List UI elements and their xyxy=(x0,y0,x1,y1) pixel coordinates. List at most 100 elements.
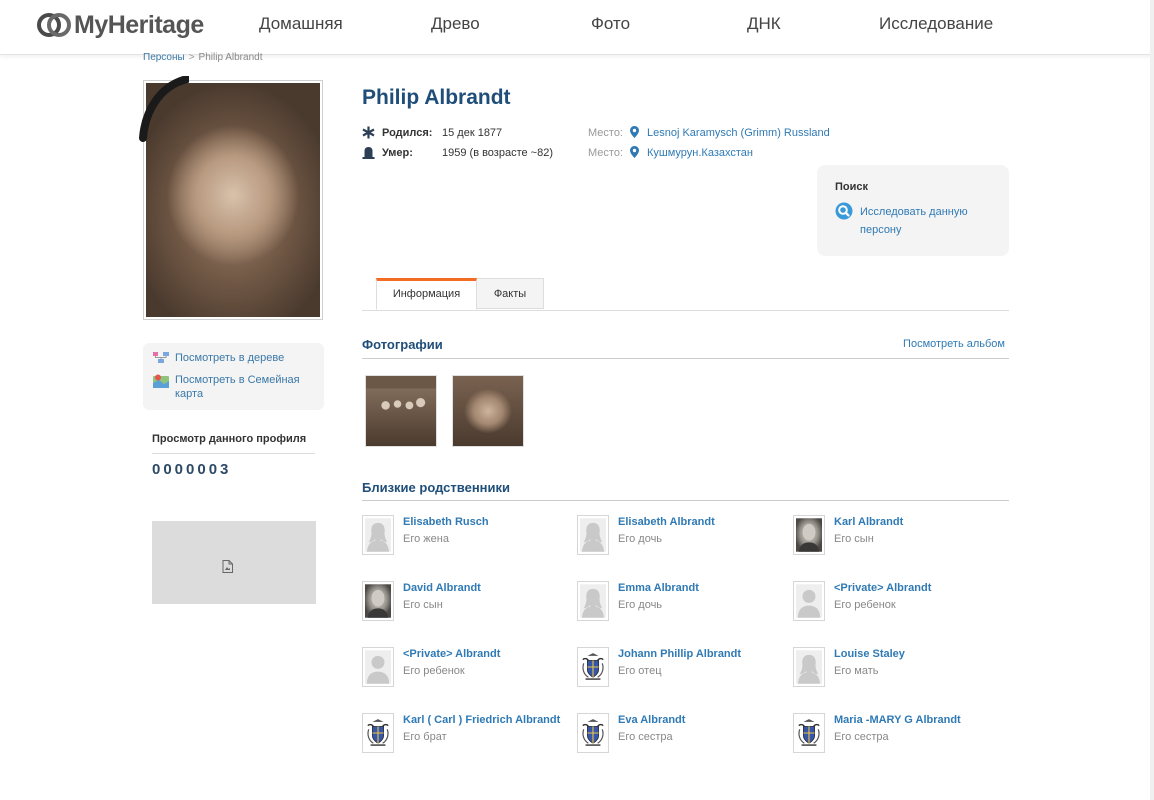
file-icon xyxy=(222,560,233,573)
relative-avatar[interactable] xyxy=(362,647,394,687)
coat-of-arms-icon xyxy=(580,650,606,684)
relative-avatar[interactable] xyxy=(577,713,609,753)
view-in-tree-link[interactable]: Посмотреть в дереве xyxy=(153,351,284,365)
photos-section-title: Фотографии xyxy=(362,337,443,352)
relative-avatar[interactable] xyxy=(577,581,609,621)
relative-name-link[interactable]: David Albrandt xyxy=(403,582,481,594)
photos-section-divider xyxy=(362,358,1009,359)
death-label: Умер: xyxy=(382,147,413,159)
relative-avatar[interactable] xyxy=(362,713,394,753)
relative-role: Его сын xyxy=(403,599,443,611)
birth-place-link[interactable]: Lesnoj Karamysch (Grimm) Russland xyxy=(647,126,830,140)
family-map-icon xyxy=(153,374,169,388)
relative-role: Его брат xyxy=(403,731,447,743)
myheritage-logo[interactable]: MyHeritage xyxy=(37,10,204,40)
death-place-label: Место: xyxy=(588,147,623,159)
relative-name-link[interactable]: Louise Staley xyxy=(834,648,905,660)
relative-avatar[interactable] xyxy=(793,581,825,621)
relative-item: Elisabeth Albrandt Его дочь xyxy=(577,515,787,557)
breadcrumb-current: Philip Albrandt xyxy=(198,52,263,63)
research-person-link[interactable]: Исследовать данную персону xyxy=(860,203,990,239)
relative-item: Karl Albrandt Его сын xyxy=(793,515,1003,557)
relative-item: Johann Phillip Albrandt Его отец xyxy=(577,647,787,689)
photo-thumbnail-family[interactable] xyxy=(365,375,437,447)
male-silhouette-icon xyxy=(365,650,391,684)
relative-item: Emma Albrandt Его дочь xyxy=(577,581,787,623)
relative-role: Его дочь xyxy=(618,533,663,545)
relative-item: Louise Staley Его мать xyxy=(793,647,1003,689)
logo-text: MyHeritage xyxy=(74,10,204,39)
relative-avatar[interactable] xyxy=(577,647,609,687)
relative-name-link[interactable]: Emma Albrandt xyxy=(618,582,699,594)
coat-of-arms-icon xyxy=(365,716,391,750)
nav-dna[interactable]: ДНК xyxy=(747,14,781,34)
relative-avatar[interactable] xyxy=(577,515,609,555)
female-silhouette-icon xyxy=(580,518,606,552)
photo-thumbnail-portrait[interactable] xyxy=(452,375,524,447)
relative-name-link[interactable]: <Private> Albrandt xyxy=(403,648,500,660)
death-date: 1959 (в возрасте ~82) xyxy=(442,147,553,159)
nav-photos[interactable]: Фото xyxy=(591,14,630,34)
birth-place-label: Место: xyxy=(588,127,623,139)
breadcrumb-persons-link[interactable]: Персоны xyxy=(143,52,185,63)
relative-role: Его жена xyxy=(403,533,449,545)
relative-role: Его сын xyxy=(834,533,874,545)
relative-name-link[interactable]: Karl ( Carl ) Friedrich Albrandt xyxy=(403,714,560,726)
research-search-icon xyxy=(835,202,853,220)
relative-item: Maria -MARY G Albrandt Его сестра xyxy=(793,713,1003,755)
relative-item: Elisabeth Rusch Его жена xyxy=(362,515,572,557)
ad-placeholder[interactable] xyxy=(152,521,316,604)
relative-avatar[interactable] xyxy=(362,581,394,621)
relative-item: <Private> Albrandt Его ребенок xyxy=(362,647,572,689)
birth-date: 15 дек 1877 xyxy=(442,127,503,139)
profile-views-title: Просмотр данного профиля xyxy=(152,433,307,445)
relative-avatar[interactable] xyxy=(793,515,825,555)
relative-name-link[interactable]: Maria -MARY G Albrandt xyxy=(834,714,961,726)
location-pin-icon xyxy=(630,146,639,158)
tombstone-icon xyxy=(362,147,375,159)
relative-avatar[interactable] xyxy=(793,713,825,753)
relative-item: <Private> Albrandt Его ребенок xyxy=(793,581,1003,623)
top-header: MyHeritage Домашняя Древо Фото ДНК Иссле… xyxy=(0,0,1154,55)
page-scrollbar[interactable] xyxy=(1150,0,1154,800)
search-panel-title: Поиск xyxy=(835,181,869,193)
view-in-family-map-link[interactable]: Посмотреть в Семейная карта xyxy=(153,373,324,401)
person-name: Philip Albrandt xyxy=(362,86,511,109)
relative-avatar[interactable] xyxy=(793,647,825,687)
relative-role: Его ребенок xyxy=(403,665,465,677)
profile-tabs: Информация Факты xyxy=(362,278,1009,311)
mourning-ribbon-icon xyxy=(139,76,189,142)
relative-name-link[interactable]: Elisabeth Albrandt xyxy=(618,516,715,528)
coat-of-arms-icon xyxy=(580,716,606,750)
relative-name-link[interactable]: Johann Phillip Albrandt xyxy=(618,648,741,660)
relative-role: Его сестра xyxy=(834,731,889,743)
death-place-link[interactable]: Кушмурун.Казахстан xyxy=(647,146,753,160)
relative-name-link[interactable]: <Private> Albrandt xyxy=(834,582,931,594)
female-silhouette-icon xyxy=(365,518,391,552)
view-album-link[interactable]: Посмотреть альбом xyxy=(903,338,1005,350)
relative-name-link[interactable]: Elisabeth Rusch xyxy=(403,516,489,528)
tree-icon xyxy=(153,352,169,363)
female-silhouette-icon xyxy=(796,650,822,684)
tab-facts[interactable]: Факты xyxy=(477,278,544,309)
relative-item: Karl ( Carl ) Friedrich Albrandt Его брат xyxy=(362,713,572,755)
profile-views-counter: 0000003 xyxy=(152,461,232,478)
nav-tree[interactable]: Древо xyxy=(431,14,480,34)
tab-info[interactable]: Информация xyxy=(376,278,477,310)
birth-star-icon xyxy=(362,126,375,139)
nav-research[interactable]: Исследование xyxy=(879,14,993,34)
view-in-family-map-label: Посмотреть в Семейная карта xyxy=(175,374,300,400)
profile-actions-panel: Посмотреть в дереве Посмотреть в Семейна… xyxy=(143,343,324,410)
relative-avatar[interactable] xyxy=(362,515,394,555)
relative-name-link[interactable]: Eva Albrandt xyxy=(618,714,685,726)
relative-role: Его ребенок xyxy=(834,599,896,611)
relative-role: Его отец xyxy=(618,665,662,677)
female-silhouette-icon xyxy=(580,584,606,618)
breadcrumb-separator: > xyxy=(188,52,195,63)
relative-role: Его мать xyxy=(834,665,879,677)
profile-views-divider xyxy=(152,453,315,454)
relatives-section-divider xyxy=(362,500,1009,501)
nav-home[interactable]: Домашняя xyxy=(259,14,343,34)
relative-name-link[interactable]: Karl Albrandt xyxy=(834,516,903,528)
coat-of-arms-icon xyxy=(796,716,822,750)
